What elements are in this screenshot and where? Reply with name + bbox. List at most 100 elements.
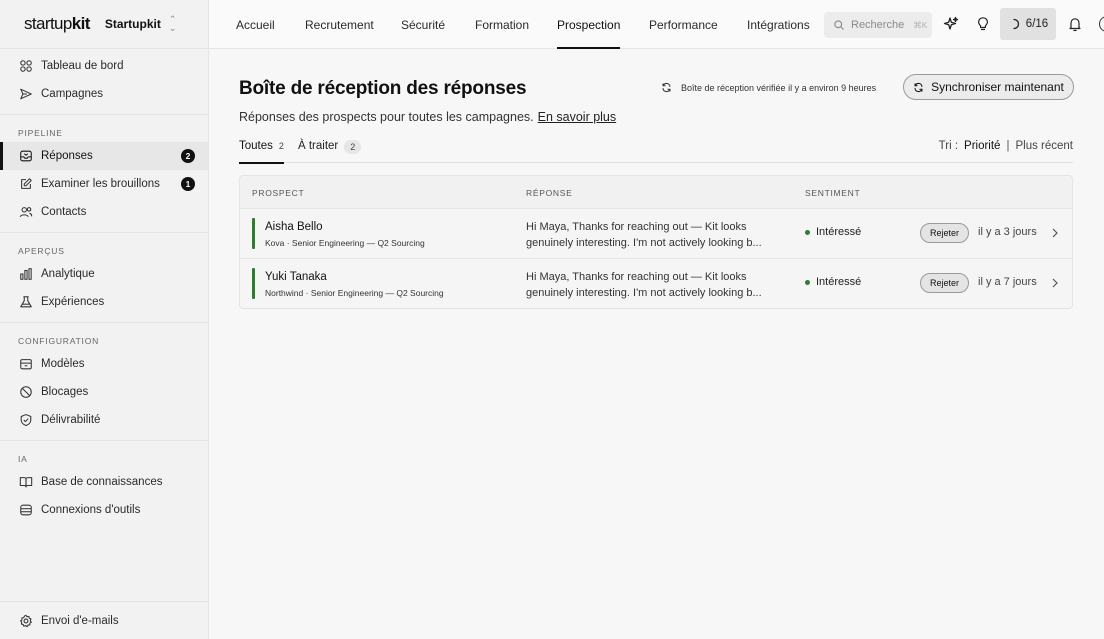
status-indicator xyxy=(252,268,255,299)
ai-sparkle-button[interactable] xyxy=(941,14,961,34)
prospect-details: Kova · Senior Engineering — Q2 Sourcing xyxy=(265,238,425,248)
sidebar-item-replies[interactable]: Réponses 2 xyxy=(0,142,208,170)
sidebar-item-label: Envoi d'e-mails xyxy=(41,614,119,627)
sync-now-label: Synchroniser maintenant xyxy=(931,80,1064,94)
filter-tab-label: Toutes xyxy=(239,140,273,152)
chevron-right-icon[interactable] xyxy=(1050,227,1060,239)
sidebar-item-analytics[interactable]: Analytique xyxy=(0,260,208,288)
sidebar-item-review-drafts[interactable]: Examiner les brouillons 1 xyxy=(0,170,208,198)
sidebar-item-label: Analytique xyxy=(41,268,95,280)
brand-header: startupkit Startupkit ⌃ ⌄ xyxy=(0,0,208,49)
tab-prospection[interactable]: Prospection xyxy=(557,0,621,49)
sidebar-item-knowledge-base[interactable]: Base de connaissances xyxy=(0,468,208,496)
sidebar-item-label: Délivrabilité xyxy=(41,414,101,426)
refresh-icon xyxy=(914,82,923,92)
group-label: CONFIGURATION xyxy=(18,336,100,346)
page-title: Boîte de réception des réponses xyxy=(239,78,527,99)
tab-performance[interactable]: Performance xyxy=(649,0,718,49)
sidebar-item-deliverability[interactable]: Délivrabilité xyxy=(0,406,208,434)
reply-line: genuinely interesting. I'm not actively … xyxy=(526,237,762,249)
filter-tab-all[interactable]: Toutes 2 xyxy=(239,137,284,164)
filter-count: 2 xyxy=(344,140,362,154)
inbox-icon xyxy=(20,150,32,162)
book-open-icon xyxy=(19,477,33,488)
table-row[interactable]: Aisha Bello Kova · Senior Engineering — … xyxy=(240,209,1072,259)
reply-line: genuinely interesting. I'm not actively … xyxy=(526,287,762,299)
sidebar-item-label: Réponses xyxy=(41,150,93,162)
status-indicator xyxy=(252,218,255,249)
sidebar-footer: Envoi d'e-mails xyxy=(0,601,208,639)
search-placeholder: Recherche xyxy=(851,19,905,31)
group-label: APERÇUS xyxy=(18,246,65,256)
sidebar-item-email-sending[interactable]: Envoi d'e-mails xyxy=(0,607,119,635)
reply-line: Hi Maya, Thanks for reaching out — Kit l… xyxy=(526,271,747,283)
sync-status: Boîte de réception vérifiée il y a envir… xyxy=(661,82,876,93)
sidebar-item-blocks[interactable]: Blocages xyxy=(0,378,208,406)
sidebar-item-label: Blocages xyxy=(41,386,89,398)
sort-option-recent[interactable]: Plus récent xyxy=(1015,140,1073,152)
top-navigation: Accueil Recrutement Sécurité Formation P… xyxy=(209,0,1104,49)
main-content: Boîte de réception des réponses Boîte de… xyxy=(209,49,1104,639)
edit-icon xyxy=(21,178,32,189)
sync-now-button[interactable]: Synchroniser maintenant xyxy=(903,74,1074,100)
row-timestamp: il y a 3 jours xyxy=(978,226,1037,238)
sidebar-item-templates[interactable]: Modèles xyxy=(0,350,208,378)
ideas-button[interactable] xyxy=(973,14,993,34)
nav-group-configuration: CONFIGURATION Modèles Blocages Délivrabi… xyxy=(0,323,208,441)
workspace-switcher[interactable]: Startupkit ⌃ ⌄ xyxy=(105,15,177,33)
table-header: PROSPECT RÉPONSE SENTIMENT xyxy=(240,176,1072,209)
tab-recrutement[interactable]: Recrutement xyxy=(305,0,374,49)
search-input[interactable]: Recherche ⌘K xyxy=(824,12,932,38)
group-label: IA xyxy=(18,454,28,464)
sidebar-item-label: Base de connaissances xyxy=(41,476,163,488)
search-icon xyxy=(834,20,844,30)
filter-tab-to-process[interactable]: À traiter 2 xyxy=(298,137,362,163)
search-shortcut: ⌘K xyxy=(913,19,928,30)
shield-check-icon xyxy=(20,414,32,427)
refresh-icon xyxy=(662,82,671,93)
chevron-right-icon[interactable] xyxy=(1050,277,1060,289)
sentiment-badge: Intéressé xyxy=(805,276,861,288)
tab-formation[interactable]: Formation xyxy=(475,0,529,49)
sidebar-item-tool-connections[interactable]: Connexions d'outils xyxy=(0,496,208,524)
row-timestamp: il y a 7 jours xyxy=(978,276,1037,288)
sidebar-item-contacts[interactable]: Contacts xyxy=(0,198,208,226)
sidebar-item-label: Tableau de bord xyxy=(41,60,124,72)
sidebar-item-label: Contacts xyxy=(41,206,87,218)
sidebar-item-campaigns[interactable]: Campagnes xyxy=(0,80,208,108)
tab-securite[interactable]: Sécurité xyxy=(401,0,445,49)
sentiment-dot xyxy=(805,229,810,235)
bell-icon xyxy=(1069,18,1081,32)
sidebar-item-dashboard[interactable]: Tableau de bord xyxy=(0,52,208,80)
sort-label: Tri : xyxy=(938,140,959,152)
spinner-icon xyxy=(1013,18,1019,30)
ban-icon xyxy=(20,386,32,398)
lightbulb-icon xyxy=(978,17,988,31)
tab-integrations[interactable]: Intégrations xyxy=(747,0,810,49)
sidebar-item-experiments[interactable]: Expériences xyxy=(0,288,208,316)
prospect-name: Aisha Bello xyxy=(265,221,323,233)
tab-accueil[interactable]: Accueil xyxy=(236,0,275,49)
workspace-name: Startupkit xyxy=(104,17,161,31)
replies-table: PROSPECT RÉPONSE SENTIMENT Aisha Bello K… xyxy=(239,175,1073,309)
startupkit-logo[interactable]: startupkit xyxy=(24,14,90,34)
learn-more-link[interactable]: En savoir plus xyxy=(538,110,617,124)
sort-option-priority[interactable]: Priorité xyxy=(964,140,1000,152)
count-badge: 2 xyxy=(181,149,195,163)
sidebar-item-label: Examiner les brouillons xyxy=(41,178,160,190)
grid-icon xyxy=(20,60,32,72)
reject-button[interactable]: Rejeter xyxy=(920,223,969,243)
chevron-up-down-icon: ⌃ ⌄ xyxy=(168,14,177,33)
reject-button[interactable]: Rejeter xyxy=(920,273,969,293)
avatar[interactable] xyxy=(1099,16,1104,32)
nav-group-pipeline: PIPELINE Réponses 2 Examiner les brouill… xyxy=(0,115,208,233)
nav-group-ai: IA Base de connaissances Connexions d'ou… xyxy=(0,441,208,530)
column-header-prospect: PROSPECT xyxy=(252,188,305,198)
prospect-details: Northwind · Senior Engineering — Q2 Sour… xyxy=(265,288,444,298)
table-row[interactable]: Yuki Tanaka Northwind · Senior Engineeri… xyxy=(240,259,1072,308)
count-badge: 1 xyxy=(181,177,195,191)
notifications-button[interactable] xyxy=(1065,14,1085,34)
sidebar-item-label: Campagnes xyxy=(41,88,104,100)
task-progress-button[interactable]: 6/16 xyxy=(1000,8,1056,40)
sentiment-dot xyxy=(805,279,810,285)
